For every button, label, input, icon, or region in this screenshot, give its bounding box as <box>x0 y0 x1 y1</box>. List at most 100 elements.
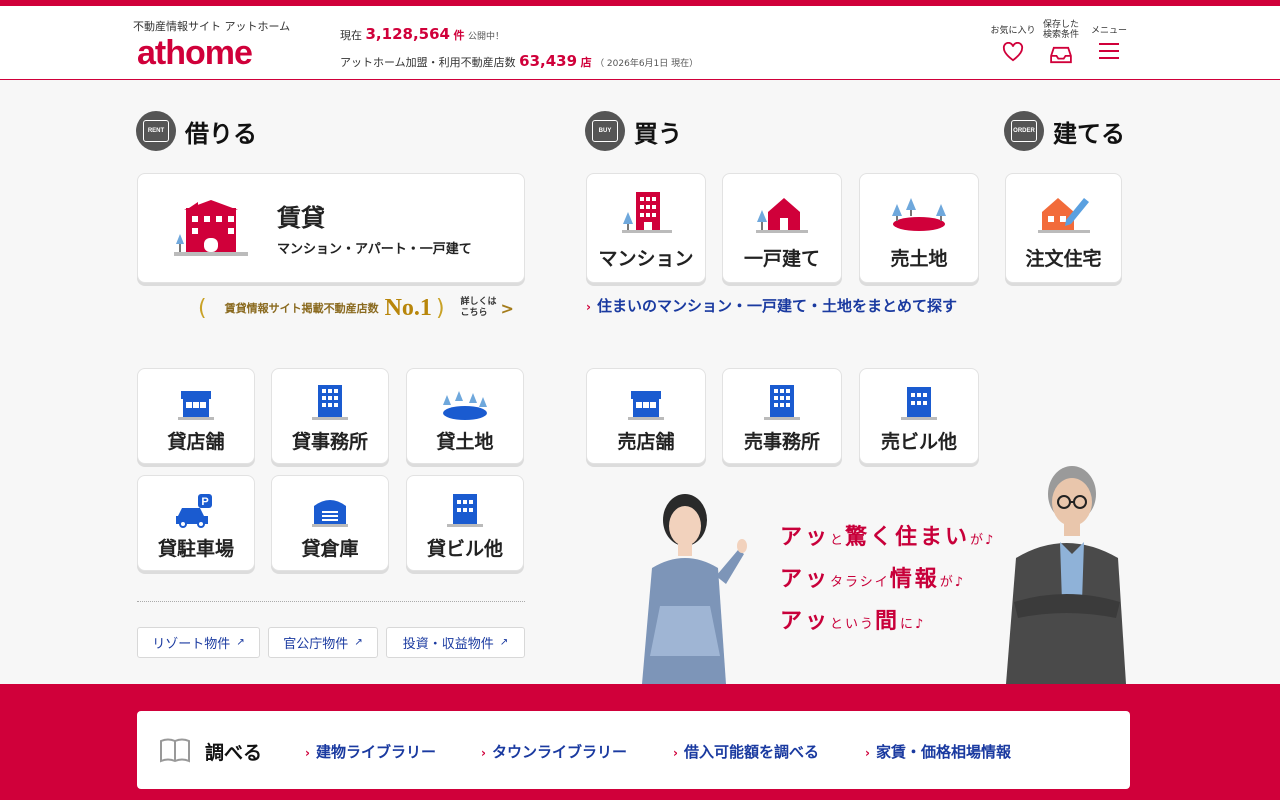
site-tagline: 不動産情報サイト アットホーム <box>133 20 291 33</box>
listing-stats: 現在 3,128,564 件 公開中！ アットホーム加盟・利用不動産店数 63,… <box>340 22 698 76</box>
shops-label: アットホーム加盟・利用不動産店数 <box>340 56 516 69</box>
buy-card-label: 売土地 <box>890 248 948 270</box>
rent-main-subtitle: マンション・アパート・一戸建て <box>277 242 472 257</box>
rent-badge-icon: RENT <box>136 111 176 151</box>
promo-line-2: アッタラシイ情報が♪ <box>780 566 966 592</box>
resort-link[interactable]: リゾート物件 ↗ <box>137 627 260 658</box>
chevron-right-icon: > <box>500 298 514 318</box>
no1-rank: No.1 <box>384 294 432 321</box>
rent-biz-label: 貸土地 <box>436 431 494 453</box>
buy-section-title: BUY 買う <box>585 111 682 151</box>
promo-line-3: アッという間に♪ <box>780 608 926 634</box>
buy-all-link[interactable]: › 住まいのマンション・一戸建て・土地をまとめて探す <box>586 295 957 316</box>
rent-biz-label: 貸倉庫 <box>301 538 359 560</box>
rent-office-card[interactable]: 貸事務所 <box>271 368 389 464</box>
parking-car-icon: P <box>176 494 212 528</box>
rent-biz-label: 貸ビル他 <box>426 538 503 560</box>
build-title-text: 建てる <box>1053 119 1125 148</box>
site-header: 不動産情報サイト アットホーム athome 現在 3,128,564 件 公開… <box>0 6 1280 80</box>
buy-office-card[interactable]: 売事務所 <box>722 368 842 464</box>
saved-label-1: 保存した <box>1042 20 1079 30</box>
rent-section-title: RENT 借りる <box>136 111 257 151</box>
heart-icon <box>1002 42 1024 62</box>
stats-suffix: 公開中！ <box>467 32 504 42</box>
building-icon <box>901 387 937 420</box>
chevron-right-icon: › <box>586 300 591 314</box>
laurel-right-icon: ) <box>435 295 445 321</box>
rent-price-info-link[interactable]: › 家賃・価格相場情報 <box>865 741 1011 762</box>
apartment-building-icon <box>174 200 248 256</box>
town-library-link[interactable]: › タウンライブラリー <box>481 741 627 762</box>
buy-shop-card[interactable]: 売店舗 <box>586 368 706 464</box>
rent-shop-card[interactable]: 貸店舗 <box>137 368 255 464</box>
menu-button[interactable]: メニュー <box>1084 20 1134 60</box>
man-photo <box>1006 466 1126 684</box>
no1-banner[interactable]: ( 賃貸情報サイト掲載不動産店数 No.1 ) 詳しくは こちら > <box>198 290 528 326</box>
favorites-button[interactable]: お気に入り <box>988 20 1038 62</box>
listing-count-unit: 件 <box>453 29 465 42</box>
saved-search-button[interactable]: 保存した 検索条件 <box>1036 20 1086 64</box>
woman-photo <box>642 494 747 684</box>
chevron-right-icon: › <box>481 746 486 760</box>
buy-biz-label: 売事務所 <box>743 431 820 453</box>
external-link-icon: ↗ <box>236 637 245 648</box>
promo-copy: アッと驚く住まいが♪ アッタラシイ情報が♪ アッという間に♪ <box>780 518 995 644</box>
custom-home-card[interactable]: 注文住宅 <box>1005 173 1122 283</box>
favorites-label: お気に入り <box>990 26 1036 36</box>
rent-warehouse-card[interactable]: 貸倉庫 <box>271 475 389 571</box>
menu-label: メニュー <box>1090 26 1127 36</box>
stats-prefix: 現在 <box>340 29 362 42</box>
buy-badge-icon: BUY <box>585 111 625 151</box>
building-icon <box>447 494 483 527</box>
rent-residential-card[interactable]: 賃貸 マンション・アパート・一戸建て <box>137 173 525 283</box>
order-badge-icon: ORDER <box>1004 111 1044 151</box>
land-plot-icon <box>443 391 487 420</box>
buy-mansion-card[interactable]: マンション <box>586 173 706 283</box>
rent-main-title: 賃貸 <box>277 204 325 232</box>
hamburger-icon <box>1099 43 1119 59</box>
loan-calculator-link[interactable]: › 借入可能額を調べる <box>673 741 819 762</box>
rent-title-text: 借りる <box>185 119 257 148</box>
listing-count: 3,128,564 <box>365 25 450 43</box>
no1-text: 賃貸情報サイト掲載不動産店数 <box>224 302 379 315</box>
shop-icon <box>178 391 214 420</box>
book-icon <box>160 738 190 763</box>
external-link-icon: ↗ <box>499 637 509 648</box>
buy-biz-label: 売店舗 <box>617 431 675 453</box>
shop-count: 63,439 <box>519 52 578 70</box>
promo-line-1: アッと驚く住まいが♪ <box>780 524 996 550</box>
rent-biz-label: 貸事務所 <box>291 431 368 453</box>
research-panel: 調べる › 建物ライブラリー › タウンライブラリー › 借入可能額を調べる › 家賃・… <box>137 711 1130 789</box>
tall-building-icon <box>622 192 672 233</box>
building-library-link[interactable]: › 建物ライブラリー <box>305 741 436 762</box>
office-building-icon <box>312 385 348 420</box>
custom-home-label: 注文住宅 <box>1025 248 1102 270</box>
buy-building-card[interactable]: 売ビル他 <box>859 368 979 464</box>
rent-biz-label: 貸駐車場 <box>157 538 234 560</box>
rent-parking-card[interactable]: P 貸駐車場 <box>137 475 255 571</box>
athome-logo[interactable]: athome <box>137 34 253 73</box>
saved-label-2: 検索条件 <box>1042 30 1079 40</box>
shop-count-unit: 店 <box>580 56 592 69</box>
chevron-right-icon: › <box>305 746 310 760</box>
buy-card-label: 一戸建て <box>743 248 820 270</box>
no1-detail-link[interactable]: 詳しくは こちら <box>461 297 497 319</box>
resort-link-label: リゾート物件 <box>152 637 231 652</box>
research-title: 調べる <box>205 742 263 764</box>
chevron-right-icon: › <box>865 746 870 760</box>
government-link-label: 官公庁物件 <box>283 637 349 652</box>
shop-icon <box>628 391 664 420</box>
buy-land-card[interactable]: 売土地 <box>859 173 979 283</box>
rent-biz-label: 貸店舗 <box>167 431 225 453</box>
rent-land-card[interactable]: 貸土地 <box>406 368 524 464</box>
rent-building-card[interactable]: 貸ビル他 <box>406 475 524 571</box>
office-building-icon <box>764 385 800 420</box>
warehouse-icon <box>312 500 348 527</box>
divider <box>137 601 525 602</box>
buy-house-card[interactable]: 一戸建て <box>722 173 842 283</box>
stats-date: （ 2026年6月1日 現在） <box>595 59 699 69</box>
buy-title-text: 買う <box>634 119 682 148</box>
investment-link[interactable]: 投資・収益物件 ↗ <box>386 627 525 658</box>
government-link[interactable]: 官公庁物件 ↗ <box>268 627 378 658</box>
land-icon <box>892 198 946 231</box>
